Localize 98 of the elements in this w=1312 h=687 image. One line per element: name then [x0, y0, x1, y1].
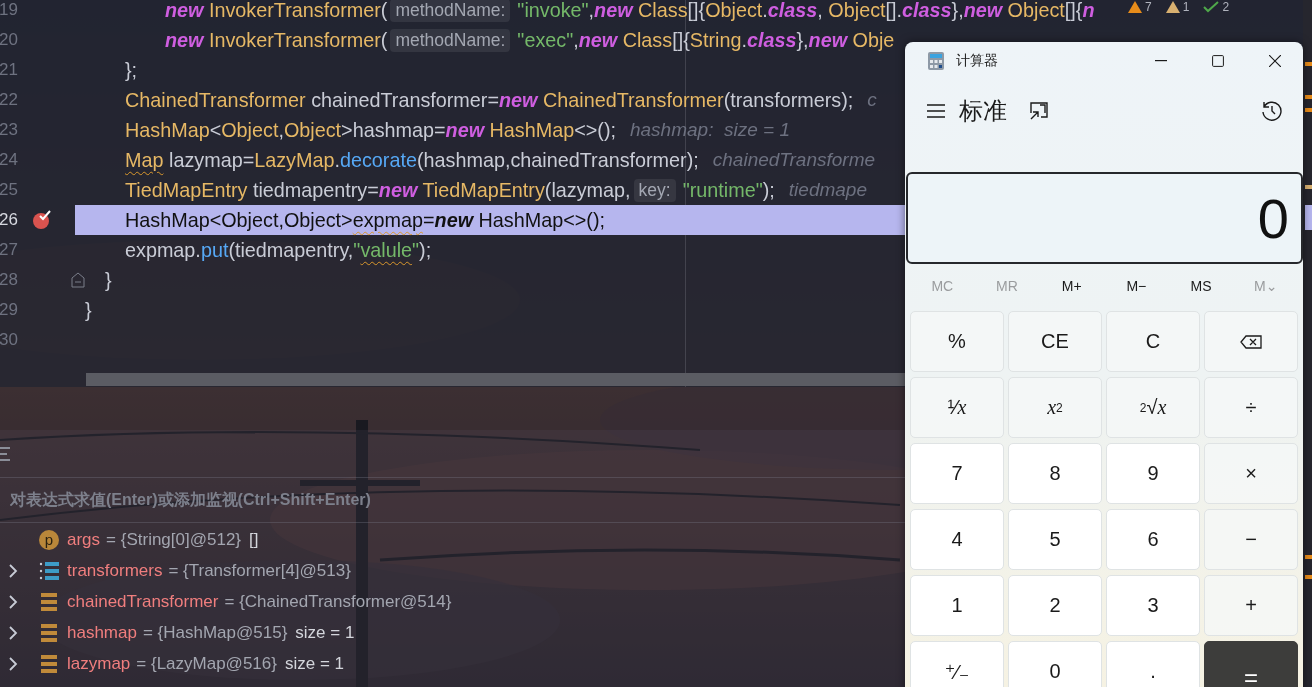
- backspace-button[interactable]: [1204, 311, 1298, 372]
- expand-chevron-icon[interactable]: [8, 594, 18, 609]
- code-text: new InvokerTransformer(: [165, 0, 388, 22]
- variable-name: hashmap: [67, 622, 137, 643]
- minimize-icon: [1154, 60, 1167, 62]
- variable-value: = {String[0]@512}: [106, 529, 241, 550]
- variable-detail: size = 1: [284, 653, 344, 674]
- inline-value: c: [867, 89, 877, 111]
- code-text: };: [125, 58, 138, 82]
- line-number: 30: [0, 330, 18, 350]
- fold-icon[interactable]: [71, 272, 85, 288]
- variable-value: = {ChainedTransformer@514}: [224, 591, 452, 612]
- line-number: 25: [0, 180, 18, 200]
- warning-icon: [1165, 1, 1180, 13]
- line-number: 20: [0, 30, 18, 50]
- key-button[interactable]: ¹⁄x: [910, 377, 1004, 438]
- line-number: 26: [0, 210, 18, 230]
- memory-button[interactable]: M−: [1104, 266, 1169, 306]
- backspace-icon: [1240, 334, 1262, 349]
- breakpoint-icon[interactable]: [32, 210, 52, 230]
- code-text: "exec",new Class[]{String.class},new Obje: [517, 28, 895, 52]
- key-button[interactable]: ÷: [1204, 377, 1298, 438]
- memory-button[interactable]: M+: [1039, 266, 1104, 306]
- field-icon: [39, 591, 59, 612]
- variable-value: = {Transformer[4]@513}: [168, 560, 351, 581]
- line-number: 21: [0, 60, 18, 80]
- result-value: 0: [1257, 185, 1289, 251]
- variable-value: = {LazyMap@516}: [136, 653, 277, 674]
- code-text: "invoke",new Class[]{Object.class, Object[].class},new Object[]{n: [517, 0, 1095, 22]
- key-button[interactable]: %: [910, 311, 1004, 372]
- calculator-icon: [928, 52, 944, 70]
- variable-value: = {HashMap@515}: [142, 622, 288, 643]
- problem-count: 2: [1222, 0, 1230, 14]
- code-text: HashMap<Object,Object>expmap=new HashMap<>();: [125, 208, 605, 232]
- check-icon: [1203, 1, 1220, 13]
- code-text: TiedMapEntry tiedmapentry=new TiedMapEntry(lazymap,: [125, 178, 631, 202]
- warning-icon: [1128, 1, 1142, 13]
- key-button[interactable]: ×: [1204, 443, 1298, 504]
- key-button[interactable]: 0: [1008, 641, 1102, 687]
- field-icon: [39, 653, 59, 674]
- key-button[interactable]: 2: [1008, 575, 1102, 636]
- line-number: 23: [0, 120, 18, 140]
- window-title: 计算器: [956, 52, 999, 70]
- inline-value: chainedTransforme: [712, 149, 876, 171]
- code-text: HashMap<Object,Object>hashmap=new HashMap<>();: [125, 118, 616, 142]
- variable-name: transformers: [67, 560, 163, 581]
- parameter-hint: methodName:: [390, 0, 511, 22]
- key-button[interactable]: 4: [910, 509, 1004, 570]
- line-number: 29: [0, 300, 18, 320]
- key-button[interactable]: .: [1106, 641, 1200, 687]
- key-button[interactable]: =: [1204, 641, 1298, 687]
- key-button[interactable]: 6: [1106, 509, 1200, 570]
- expand-chevron-icon[interactable]: [8, 656, 18, 671]
- close-icon: [1268, 55, 1281, 67]
- code-text: "runtime");: [682, 178, 775, 202]
- key-button[interactable]: ⁺⁄₋: [910, 641, 1004, 687]
- key-button[interactable]: +: [1204, 575, 1298, 636]
- key-button[interactable]: −: [1204, 509, 1298, 570]
- key-button[interactable]: 3: [1106, 575, 1200, 636]
- horizontal-scrollbar[interactable]: [86, 373, 905, 386]
- list-icon[interactable]: [0, 445, 10, 462]
- key-button[interactable]: 5: [1008, 509, 1102, 570]
- line-number: 27: [0, 240, 18, 260]
- memory-button[interactable]: MS: [1168, 266, 1234, 306]
- key-button[interactable]: CE: [1008, 311, 1102, 372]
- problem-count: 7: [1145, 0, 1152, 14]
- line-number: 19: [0, 0, 18, 20]
- expand-chevron-icon[interactable]: [8, 563, 18, 578]
- line-number: 22: [0, 90, 18, 110]
- variable-name: chainedTransformer: [67, 591, 219, 612]
- problem-count: 1: [1182, 0, 1190, 14]
- code-text: expmap.put(tiedmapentry,"valule");: [125, 238, 432, 262]
- variable-name: args: [67, 529, 101, 550]
- variable-name: lazymap: [67, 653, 131, 674]
- code-text: new InvokerTransformer(: [165, 28, 388, 52]
- code-text: }: [85, 298, 92, 322]
- parameter-hint: methodName:: [390, 28, 511, 52]
- parameter-hint: key:: [633, 178, 676, 202]
- code-text: ChainedTransformer chainedTransformer=new ChainedTransformer(transformers);: [125, 88, 854, 112]
- key-button[interactable]: 8: [1008, 443, 1102, 504]
- key-button[interactable]: 9: [1106, 443, 1200, 504]
- code-text: Map lazymap=LazyMap.decorate(hashmap,chainedTransformer);: [125, 148, 699, 172]
- inline-value: tiedmape: [788, 179, 867, 201]
- variable-detail: []: [249, 529, 259, 550]
- code-text: }: [105, 268, 112, 292]
- maximize-icon: [1211, 55, 1224, 67]
- mode-title: 标准: [959, 96, 1007, 126]
- evaluate-expression-field[interactable]: 对表达式求值(Enter)或添加监视(Ctrl+Shift+Enter): [0, 478, 905, 523]
- line-number: 24: [0, 150, 18, 170]
- key-button[interactable]: 7: [910, 443, 1004, 504]
- inline-value: hashmap: size = 1: [630, 119, 790, 141]
- variable-detail: size = 1: [295, 622, 355, 643]
- key-button[interactable]: 1: [910, 575, 1004, 636]
- array-icon: [39, 560, 59, 581]
- line-number: 28: [0, 270, 18, 290]
- field-icon: [39, 622, 59, 643]
- key-button[interactable]: C: [1106, 311, 1200, 372]
- expand-chevron-icon[interactable]: [8, 625, 18, 640]
